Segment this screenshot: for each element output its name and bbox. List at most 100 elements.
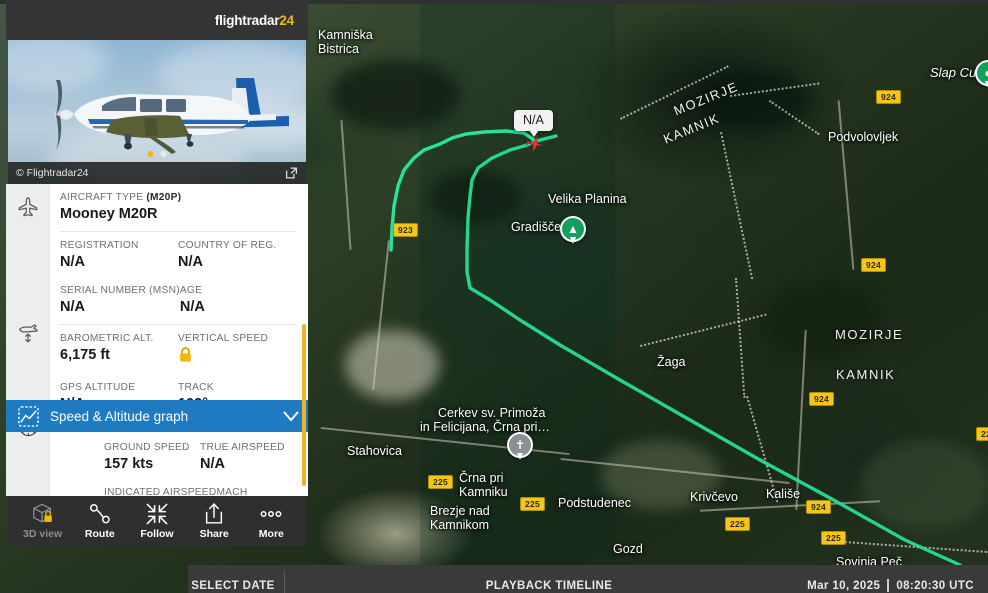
barometric-alt-value: 6,175 ft bbox=[60, 347, 110, 363]
true-airspeed-cell: TRUE AIRSPEED N/A bbox=[200, 441, 296, 473]
route-shield: 225 bbox=[725, 517, 751, 531]
select-date-button[interactable]: SELECT DATE bbox=[188, 580, 278, 593]
age-cell: AGE N/A bbox=[180, 284, 296, 316]
row-barometric: BAROMETRIC ALT. 6,175 ft VERTICAL SPEED bbox=[50, 325, 308, 374]
playback-time: 08:20:30 UTC bbox=[896, 580, 974, 592]
logo-text: flightradar bbox=[214, 12, 280, 28]
poi-marker-tail bbox=[517, 453, 523, 460]
row-aircraft-type: AIRCRAFT TYPE (M20P) Mooney M20R bbox=[50, 184, 308, 229]
flightradar24-logo[interactable]: flightradar24 bbox=[215, 13, 294, 28]
lock-icon[interactable] bbox=[178, 347, 193, 363]
altitude-icon bbox=[6, 312, 50, 352]
church-poi[interactable]: ✝ bbox=[507, 432, 533, 460]
registration-value: N/A bbox=[60, 254, 85, 270]
panel-header: flightradar24 bbox=[6, 0, 308, 40]
photo-carousel-dots[interactable] bbox=[147, 151, 167, 157]
route-shield: 924 bbox=[809, 392, 835, 406]
share-icon bbox=[203, 502, 225, 525]
msn-label: SERIAL NUMBER (MSN) bbox=[60, 285, 180, 296]
track-label: TRACK bbox=[178, 382, 214, 393]
route-shield: 924 bbox=[861, 258, 887, 272]
playback-timeline-label[interactable]: PLAYBACK TIMELINE bbox=[291, 580, 807, 593]
external-link-icon[interactable] bbox=[285, 167, 298, 180]
carousel-dot-active[interactable] bbox=[147, 151, 154, 157]
mach-cell: MACH N/A bbox=[216, 486, 296, 496]
playback-timestamp: Mar 10, 2025 08:20:30 UTC bbox=[807, 579, 988, 593]
more-icon bbox=[258, 503, 284, 525]
details-rows-speed: GROUND SPEED 157 kts TRUE AIRSPEED N/A I… bbox=[50, 434, 308, 496]
country-cell: COUNTRY OF REG. N/A bbox=[178, 239, 296, 271]
toolbar-button-3d-view[interactable]: 3D view bbox=[15, 503, 71, 540]
follow-icon bbox=[145, 503, 169, 525]
photo-credit-bar: © Flightradar24 bbox=[8, 162, 306, 184]
ground-speed-value: 157 kts bbox=[104, 456, 154, 472]
indicated-airspeed-label: INDICATED AIRSPEED bbox=[104, 487, 217, 496]
aircraft-type-value: Mooney M20R bbox=[60, 206, 158, 222]
row-ias-mach: INDICATED AIRSPEED N/A MACH N/A bbox=[94, 479, 308, 496]
toolbar-button-label: More bbox=[258, 527, 284, 540]
aircraft-callout[interactable]: N/A bbox=[514, 110, 553, 137]
aircraft-callout-label: N/A bbox=[523, 113, 544, 127]
country-value: N/A bbox=[178, 254, 203, 270]
aircraft-top-icon bbox=[6, 190, 50, 224]
age-value: N/A bbox=[179, 299, 205, 315]
mountain-poi[interactable]: ▲ bbox=[560, 216, 586, 244]
playback-bar: SELECT DATE PLAYBACK TIMELINE Mar 10, 20… bbox=[188, 565, 988, 593]
mach-label: MACH bbox=[216, 487, 248, 496]
toolbar-button-more[interactable]: More bbox=[243, 503, 299, 540]
panel-scrollbar-thumb[interactable] bbox=[302, 324, 306, 486]
toolbar-button-label: 3D view bbox=[23, 527, 63, 540]
timestamp-divider bbox=[887, 579, 890, 592]
vertical-speed-cell: VERTICAL SPEED bbox=[178, 332, 296, 368]
row-ground-speed: GROUND SPEED 157 kts TRUE AIRSPEED N/A bbox=[94, 434, 308, 479]
toolbar-button-route[interactable]: Route bbox=[72, 503, 128, 540]
speed-altitude-graph-label: Speed & Altitude graph bbox=[50, 408, 189, 424]
cube-lock-icon bbox=[31, 503, 55, 525]
speed-altitude-graph-row[interactable]: Speed & Altitude graph bbox=[6, 400, 308, 432]
playback-date: Mar 10, 2025 bbox=[807, 580, 881, 592]
barometric-alt-label: BAROMETRIC ALT. bbox=[60, 333, 154, 344]
aircraft-photo[interactable]: © Flightradar24 bbox=[8, 40, 306, 184]
route-shield: 22 bbox=[976, 427, 988, 441]
route-shield: 225 bbox=[520, 497, 546, 511]
age-label: AGE bbox=[179, 285, 203, 296]
msn-cell: SERIAL NUMBER (MSN) N/A bbox=[60, 284, 180, 316]
barometric-cell: BAROMETRIC ALT. 6,175 ft bbox=[60, 332, 178, 368]
poi-marker-tail bbox=[570, 237, 576, 244]
route-icon bbox=[88, 503, 112, 525]
registration-cell: REGISTRATION N/A bbox=[60, 239, 178, 271]
panel-toolbar: 3D view Route Follow Share More bbox=[8, 496, 306, 546]
toolbar-button-label: Share bbox=[199, 527, 229, 540]
true-airspeed-label: TRUE AIRSPEED bbox=[200, 442, 285, 453]
graph-icon bbox=[6, 405, 50, 427]
route-shield: 924 bbox=[876, 90, 902, 104]
registration-label: REGISTRATION bbox=[60, 240, 139, 251]
toolbar-button-label: Follow bbox=[140, 527, 174, 540]
indicated-airspeed-cell: INDICATED AIRSPEED N/A bbox=[104, 486, 216, 496]
toolbar-button-follow[interactable]: Follow bbox=[129, 503, 185, 540]
row-msn: SERIAL NUMBER (MSN) N/A AGE N/A bbox=[50, 277, 308, 322]
true-airspeed-value: N/A bbox=[200, 456, 225, 472]
bar-divider bbox=[284, 571, 285, 593]
aircraft-type-code: (M20P) bbox=[146, 192, 182, 203]
route-shield: 225 bbox=[821, 531, 847, 545]
aircraft-type-label: AIRCRAFT TYPE (M20P) bbox=[60, 191, 296, 204]
photo-copyright: © Flightradar24 bbox=[16, 167, 89, 179]
toolbar-button-label: Route bbox=[84, 527, 115, 540]
toolbar-button-share[interactable]: Share bbox=[186, 502, 242, 540]
carousel-dot[interactable] bbox=[160, 151, 167, 157]
ground-speed-label: GROUND SPEED bbox=[104, 442, 190, 453]
waterfall-poi[interactable]: ● bbox=[975, 60, 988, 88]
route-shield: 923 bbox=[393, 223, 419, 237]
vertical-speed-label: VERTICAL SPEED bbox=[178, 333, 269, 344]
details-icon-column bbox=[6, 184, 50, 496]
flight-details-panel: flightradar24 © Flightradar24 AIRCRAFT T… bbox=[6, 0, 308, 546]
route-shield: 225 bbox=[428, 475, 454, 489]
flightradar24-app: N/A Kamniška Bistrica MOZIRJE KAMNIK Podvol… bbox=[0, 0, 988, 593]
country-label: COUNTRY OF REG. bbox=[178, 240, 277, 251]
gps-altitude-label: GPS ALTITUDE bbox=[60, 382, 136, 393]
callout-pointer bbox=[529, 130, 539, 137]
mooney-aircraft-illustration bbox=[54, 78, 289, 154]
vertical-speed-locked[interactable] bbox=[178, 347, 296, 368]
route-shield: 924 bbox=[806, 500, 832, 514]
